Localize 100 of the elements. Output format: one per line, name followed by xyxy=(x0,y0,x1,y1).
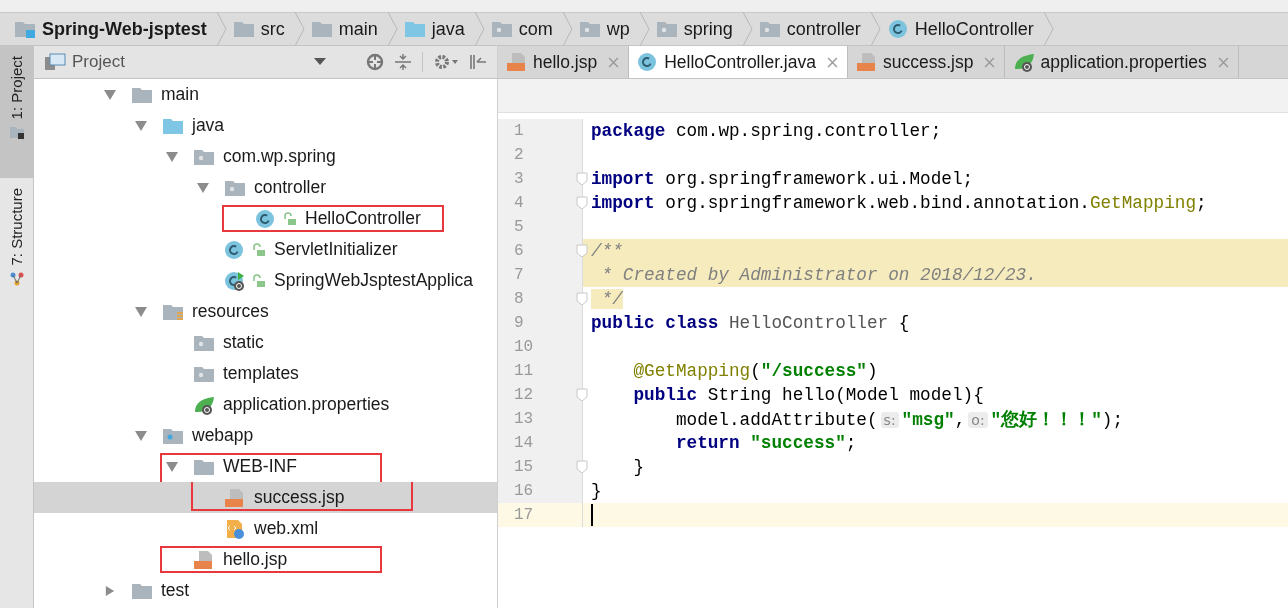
close-icon[interactable] xyxy=(1217,56,1229,68)
jsp-file-icon xyxy=(224,487,246,508)
breadcrumb-item[interactable]: wp xyxy=(578,13,656,45)
tree-item[interactable]: HelloController xyxy=(34,203,497,234)
fold-marker-icon[interactable] xyxy=(576,460,588,474)
fold-marker-icon[interactable] xyxy=(576,388,588,402)
fold-marker-icon[interactable] xyxy=(576,244,588,258)
breadcrumb-item[interactable]: com xyxy=(490,13,579,45)
panel-title: Project xyxy=(72,52,126,72)
line-number: 15 xyxy=(514,458,534,476)
tree-item[interactable]: resources xyxy=(34,296,497,327)
tree-item[interactable]: controller xyxy=(34,172,497,203)
expanded-arrow-icon[interactable] xyxy=(166,461,178,472)
tree-item[interactable]: SpringWebJsptestApplica xyxy=(34,265,497,296)
project-folder-icon xyxy=(14,20,36,38)
breadcrumb-item[interactable]: src xyxy=(232,13,311,45)
breadcrumb-item[interactable]: main xyxy=(310,13,404,45)
tree-item[interactable]: ServletInitializer xyxy=(34,234,497,265)
editor-tab[interactable]: HelloController.java xyxy=(629,46,848,78)
lock-icon xyxy=(252,273,266,288)
jsp-file-icon xyxy=(506,52,528,72)
settings-icon[interactable] xyxy=(433,53,459,71)
line-number: 2 xyxy=(514,146,524,164)
tree-item[interactable]: templates xyxy=(34,358,497,389)
package-folder-icon xyxy=(578,20,601,38)
xml-file-icon xyxy=(224,518,246,539)
expanded-arrow-icon[interactable] xyxy=(104,89,116,100)
fold-marker-icon[interactable] xyxy=(576,196,588,210)
structure-icon xyxy=(9,271,24,286)
hide-panel-icon[interactable] xyxy=(469,53,487,71)
breadcrumb-item[interactable]: controller xyxy=(758,13,887,45)
code-line: } xyxy=(632,457,645,477)
tree-item[interactable]: java xyxy=(34,110,497,141)
package-folder-icon xyxy=(655,20,678,38)
folder-icon xyxy=(9,125,24,140)
expanded-arrow-icon[interactable] xyxy=(135,430,147,441)
folder-icon xyxy=(232,20,255,38)
breadcrumb-item[interactable]: spring xyxy=(655,13,759,45)
tool-window-tab[interactable]: 7: Structure xyxy=(0,178,33,328)
code-line: package com.wp.spring.controller; xyxy=(591,121,942,141)
jsp-file-icon xyxy=(855,52,878,72)
line-number: 6 xyxy=(514,242,524,260)
expanded-arrow-icon[interactable] xyxy=(135,120,147,131)
code-line: public String hello(Model model){ xyxy=(632,385,984,405)
tree-item[interactable]: static xyxy=(34,327,497,358)
folder-icon xyxy=(310,20,333,38)
tree-item[interactable]: test xyxy=(34,575,497,606)
breadcrumb-item[interactable]: java xyxy=(403,13,491,45)
line-number: 5 xyxy=(514,218,524,236)
line-number: 8 xyxy=(514,290,524,308)
tree-item[interactable]: application.properties xyxy=(34,389,497,420)
line-number: 3 xyxy=(514,170,524,188)
code-line: } xyxy=(591,481,602,501)
package-folder-icon xyxy=(758,20,781,38)
class-icon xyxy=(224,239,246,260)
text-caret xyxy=(591,504,593,526)
close-icon[interactable] xyxy=(826,56,838,68)
tool-window-tab[interactable]: 1: Project xyxy=(0,46,33,178)
tree-item[interactable]: main xyxy=(34,79,497,110)
line-number: 1 xyxy=(514,122,524,140)
breadcrumb-item[interactable]: HelloController xyxy=(886,13,1060,45)
tree-item[interactable]: hello.jsp xyxy=(34,544,497,575)
leaf-icon xyxy=(193,394,215,415)
code-line: * Created by Administrator on 2018/12/23. xyxy=(600,265,1037,285)
code-line: @GetMapping("/success") xyxy=(632,361,878,381)
line-number: 16 xyxy=(514,482,534,500)
tree-item[interactable]: success.jsp xyxy=(34,482,497,513)
jsp-file-icon xyxy=(193,549,215,570)
class-icon xyxy=(886,20,909,38)
line-number: 17 xyxy=(514,506,534,524)
class-icon xyxy=(255,208,277,229)
line-number: 10 xyxy=(514,338,534,356)
collapse-all-icon[interactable] xyxy=(394,53,412,71)
project-view-icon xyxy=(44,53,66,71)
line-number: 14 xyxy=(514,434,534,452)
collapsed-arrow-icon[interactable] xyxy=(104,585,116,596)
lock-icon xyxy=(252,242,266,257)
source-folder-icon xyxy=(403,20,426,38)
close-icon[interactable] xyxy=(608,56,620,68)
line-number: 7 xyxy=(514,266,524,284)
locate-icon[interactable] xyxy=(366,53,384,71)
line-number: 9 xyxy=(514,314,524,332)
tree-item[interactable]: webapp xyxy=(34,420,497,451)
line-number: 12 xyxy=(514,386,534,404)
lock-icon xyxy=(283,211,297,226)
expanded-arrow-icon[interactable] xyxy=(135,306,147,317)
expanded-arrow-icon[interactable] xyxy=(197,182,209,193)
expanded-arrow-icon[interactable] xyxy=(166,151,178,162)
fold-marker-icon[interactable] xyxy=(576,292,588,306)
code-line: model.addAttribute( s: "msg", o: "您好！！！"); xyxy=(674,409,1124,431)
fold-marker-icon[interactable] xyxy=(576,172,588,186)
tree-item[interactable]: web.xml xyxy=(34,513,497,544)
tree-item[interactable]: com.wp.spring xyxy=(34,141,497,172)
class-run-icon xyxy=(224,270,246,291)
code-line: return "success"; xyxy=(674,433,857,453)
package-folder-icon xyxy=(490,20,513,38)
code-line: public class HelloController { xyxy=(591,313,910,333)
close-icon[interactable] xyxy=(984,56,996,68)
caret-icon[interactable] xyxy=(314,58,326,66)
line-number: 11 xyxy=(514,362,534,380)
